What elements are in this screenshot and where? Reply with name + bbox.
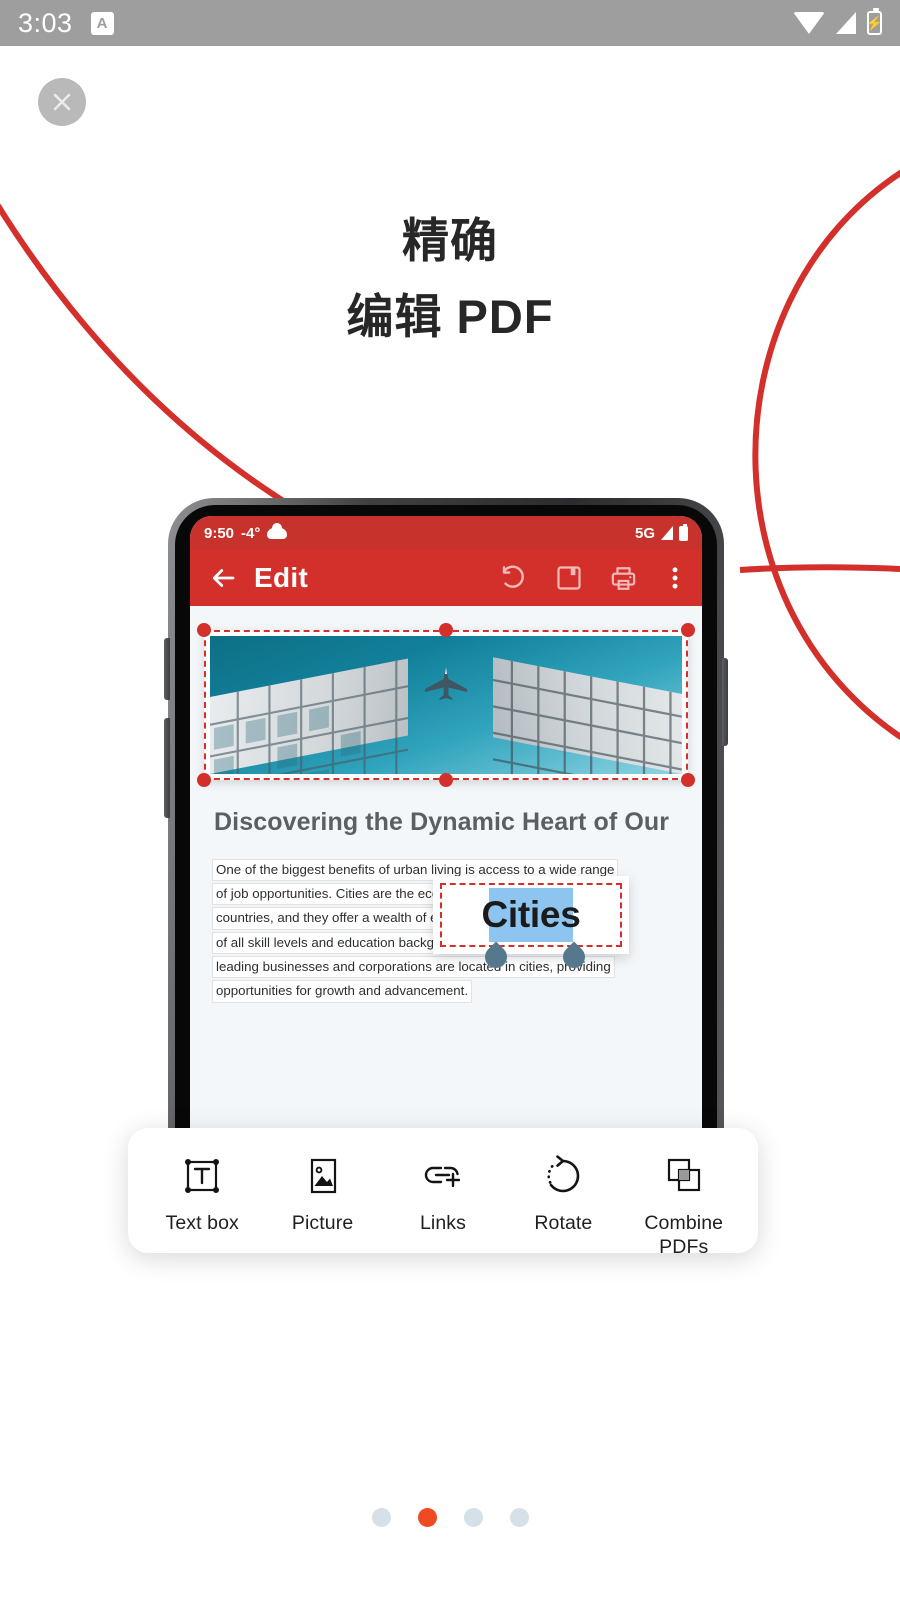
- text-magnifier-overlay[interactable]: Cities: [433, 876, 629, 973]
- action-links[interactable]: Links: [385, 1154, 501, 1235]
- more-options-button[interactable]: [664, 564, 686, 592]
- action-label: Rotate: [534, 1212, 593, 1234]
- battery-icon: [679, 523, 688, 541]
- image-card: [197, 623, 695, 787]
- handle-top-left[interactable]: [197, 623, 211, 637]
- page-dot-1[interactable]: [371, 1508, 391, 1527]
- phone-status-bar: 9:50 -4° 5G: [190, 516, 702, 550]
- picture-icon-wrap: [302, 1154, 344, 1198]
- handle-top-center[interactable]: [439, 623, 453, 637]
- undo-icon: [502, 565, 524, 588]
- magnifier-selection-border: [440, 883, 622, 947]
- signal-icon: [661, 526, 673, 540]
- link-add-icon-wrap: [421, 1154, 465, 1198]
- building-right: [493, 657, 682, 774]
- handle-bottom-right[interactable]: [681, 773, 695, 787]
- editor-toolbar: Edit: [190, 550, 702, 606]
- editor-title: Edit: [254, 562, 309, 593]
- editor-toolbar-actions: [499, 563, 686, 593]
- save-button[interactable]: [555, 564, 583, 592]
- action-label: Links: [419, 1212, 466, 1234]
- action-text-box[interactable]: Text box: [144, 1154, 260, 1235]
- link-add-icon: [424, 1166, 461, 1188]
- phone-status-temperature: -4°: [241, 524, 261, 542]
- app-badge-icon: A: [90, 11, 114, 35]
- phone-network-label: 5G: [634, 524, 655, 542]
- text-box-icon: [185, 1159, 220, 1193]
- editor-action-bar: Text box Picture Links Rotate Combine PD…: [128, 1128, 758, 1258]
- battery-charging-icon: ⚡: [866, 8, 883, 35]
- back-button[interactable]: [206, 561, 240, 595]
- window-grid-right: [493, 660, 682, 774]
- headline-line-2: 编辑 PDF: [346, 290, 554, 344]
- more-vertical-icon: [672, 567, 678, 589]
- phone-status-time: 9:50: [204, 524, 235, 542]
- save-floppy-icon: [557, 566, 581, 590]
- handle-top-right[interactable]: [681, 623, 695, 637]
- text-box-icon-wrap: [181, 1154, 223, 1198]
- document-heading[interactable]: Discovering the Dynamic Heart of Our: [214, 802, 678, 843]
- handle-bottom-center[interactable]: [439, 773, 453, 787]
- combine-pdfs-icon: [667, 1158, 700, 1192]
- action-label: Combine PDFs: [644, 1212, 724, 1259]
- picture-icon: [310, 1158, 336, 1194]
- combine-pdfs-icon-wrap: [663, 1154, 705, 1198]
- close-icon: [53, 93, 71, 111]
- magnifier-card: Cities: [433, 876, 629, 954]
- window-grid-left: [210, 660, 409, 774]
- paragraph-line: leading businesses and corporations are …: [212, 955, 615, 979]
- action-label: Text box: [165, 1212, 239, 1234]
- close-button[interactable]: [38, 78, 86, 126]
- cloud-icon: [267, 522, 288, 539]
- printer-icon: [611, 566, 636, 590]
- rotate-icon-wrap: [542, 1154, 584, 1198]
- page-dot-4[interactable]: [509, 1508, 529, 1527]
- undo-button[interactable]: [499, 563, 529, 593]
- action-combine-pdfs[interactable]: Combine PDFs: [626, 1154, 742, 1260]
- pdf-document: Discovering the Dynamic Heart of Our Cit…: [190, 606, 702, 1158]
- pagination-dots: [0, 1508, 900, 1527]
- rotate-icon: [547, 1155, 580, 1193]
- volume-down-button[interactable]: [164, 718, 170, 818]
- signal-icon: [836, 12, 856, 34]
- phone-mockup: 9:50 -4° 5G Edit Discovering the Dynamic…: [164, 498, 728, 1158]
- selected-image-object[interactable]: [197, 623, 695, 787]
- back-arrow-icon: [212, 569, 235, 587]
- page-dot-2-active[interactable]: [417, 1508, 437, 1527]
- status-icons: ⚡: [793, 8, 883, 35]
- paragraph-line: opportunities for growth and advancement…: [212, 980, 473, 1003]
- building-left: [210, 658, 409, 774]
- page-dot-3[interactable]: [463, 1508, 483, 1527]
- power-button[interactable]: [722, 658, 728, 746]
- action-picture[interactable]: Picture: [265, 1154, 381, 1235]
- action-rotate[interactable]: Rotate: [505, 1154, 621, 1235]
- phone-screen: 9:50 -4° 5G Edit Discovering the Dynamic…: [190, 516, 702, 1158]
- android-status-bar: 3:03 A ⚡: [0, 0, 900, 46]
- headline-line-1: 精确: [402, 214, 498, 267]
- airplane-icon: [425, 667, 467, 701]
- handle-bottom-left[interactable]: [197, 773, 211, 787]
- page-title: 精确 编辑 PDF: [0, 203, 900, 355]
- print-button[interactable]: [609, 564, 638, 593]
- status-time: 3:03: [18, 7, 73, 38]
- volume-up-button[interactable]: [164, 638, 170, 700]
- action-label: Picture: [291, 1212, 354, 1234]
- wifi-icon: [793, 12, 825, 34]
- document-photo: [210, 636, 682, 774]
